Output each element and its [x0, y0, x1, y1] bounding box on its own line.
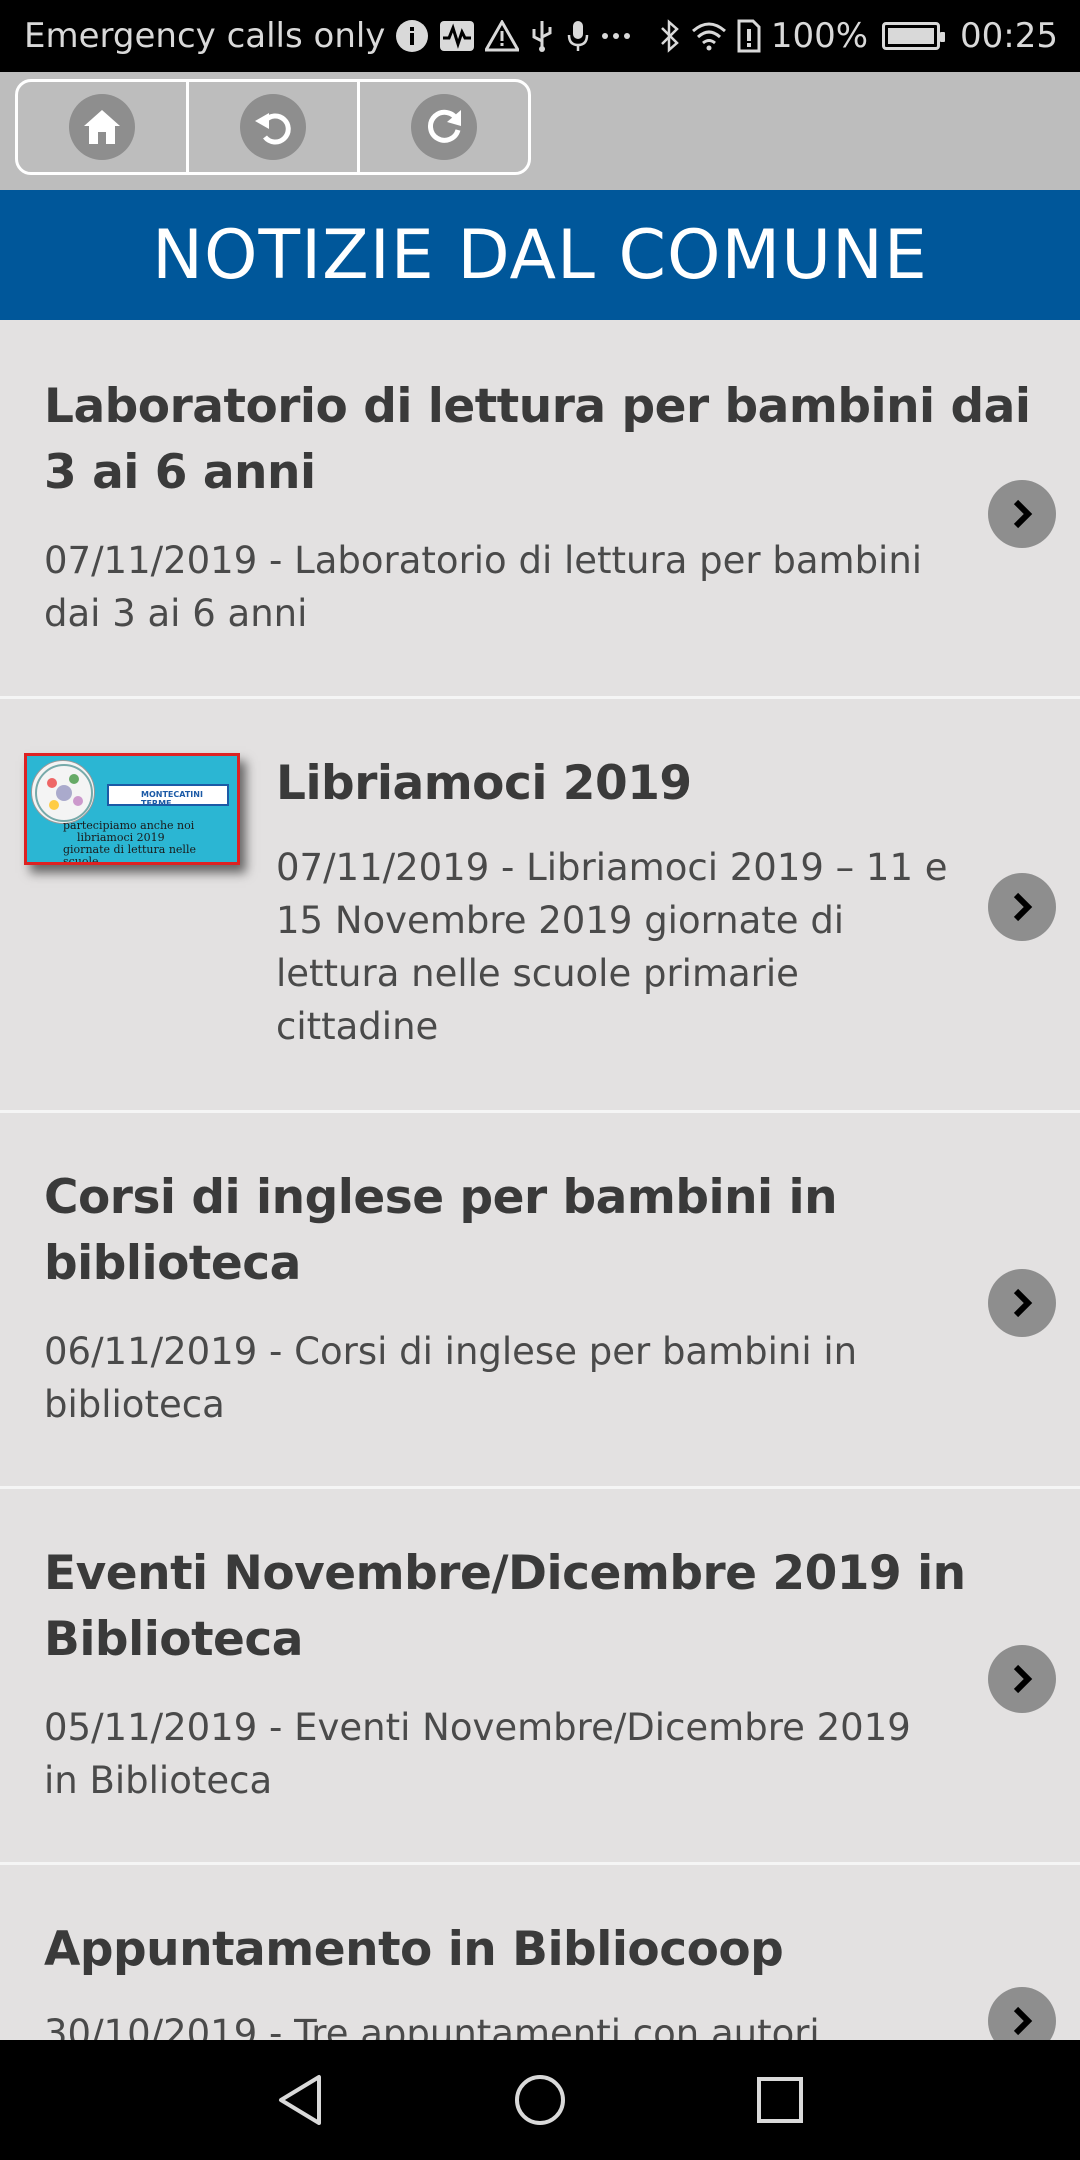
- news-item-description: 30/10/2019 - Tre appuntamenti con autori: [44, 2012, 820, 2040]
- news-item-title: Laboratorio di lettura per bambini dai 3…: [44, 379, 1031, 500]
- news-item-2[interactable]: MONTECATINI TERME partecipiamo anche noi…: [0, 699, 1080, 1113]
- battery-icon: [882, 22, 946, 50]
- more-icon: [601, 31, 631, 41]
- battery-percent: 100%: [770, 16, 869, 56]
- microphone-icon: [565, 19, 591, 53]
- navigation-bar: [0, 2040, 1080, 2160]
- news-item-5[interactable]: Appuntamento in Bibliocoop 30/10/2019 - …: [0, 1865, 1080, 2040]
- status-bar: Emergency calls only 100% 00:25: [0, 0, 1080, 72]
- news-item-1[interactable]: Laboratorio di lettura per bambini dai 3…: [0, 322, 1080, 699]
- chevron-right-icon[interactable]: [988, 1987, 1056, 2040]
- news-item-title: Eventi Novembre/Dicembre 2019 in Bibliot…: [44, 1546, 966, 1667]
- home-button[interactable]: [18, 82, 189, 172]
- news-item-description: 07/11/2019 - Laboratorio di lettura per …: [44, 539, 923, 635]
- refresh-button[interactable]: [360, 82, 528, 172]
- toolbar-button-group: [15, 79, 531, 175]
- recents-icon[interactable]: [750, 2070, 810, 2130]
- chevron-right-icon[interactable]: [988, 873, 1056, 941]
- news-item-description: 06/11/2019 - Corsi di inglese per bambin…: [44, 1330, 858, 1426]
- undo-button[interactable]: [189, 82, 360, 172]
- home-icon: [69, 94, 135, 160]
- warning-icon: [485, 20, 520, 52]
- back-icon[interactable]: [270, 2070, 330, 2130]
- seal-image: [31, 760, 95, 824]
- home-circle-icon[interactable]: [510, 2070, 570, 2130]
- chevron-right-icon[interactable]: [988, 1645, 1056, 1713]
- news-thumbnail: MONTECATINI TERME partecipiamo anche noi…: [24, 753, 240, 865]
- carrier-text: Emergency calls only: [24, 16, 386, 56]
- info-icon: [395, 19, 429, 53]
- undo-icon: [240, 94, 306, 160]
- usb-icon: [529, 19, 555, 53]
- news-item-title: Appuntamento in Bibliocoop: [44, 1922, 784, 1977]
- news-item-4[interactable]: Eventi Novembre/Dicembre 2019 in Bibliot…: [0, 1489, 1080, 1865]
- news-item-title: Libriamoci 2019: [276, 756, 692, 811]
- page-title: NOTIZIE DAL COMUNE: [152, 215, 928, 295]
- chevron-right-icon[interactable]: [988, 480, 1056, 548]
- page-title-banner: NOTIZIE DAL COMUNE: [0, 190, 1080, 320]
- municipality-logo: MONTECATINI TERME: [107, 784, 229, 808]
- refresh-icon: [411, 94, 477, 160]
- news-list: Laboratorio di lettura per bambini dai 3…: [0, 322, 1080, 2040]
- clock: 00:25: [960, 16, 1058, 56]
- toolbar: [0, 72, 1080, 190]
- bluetooth-icon: [659, 19, 681, 53]
- sim-icon: [737, 19, 761, 53]
- news-item-description: 05/11/2019 - Eventi Novembre/Dicembre 20…: [44, 1706, 911, 1802]
- chevron-right-icon[interactable]: [988, 1269, 1056, 1337]
- status-right: 100% 00:25: [659, 16, 1058, 56]
- wifi-icon: [691, 21, 727, 51]
- news-item-3[interactable]: Corsi di inglese per bambini in bibliote…: [0, 1113, 1080, 1489]
- activity-icon: [439, 20, 475, 52]
- news-item-description: 07/11/2019 - Libriamoci 2019 – 11 e 15 N…: [276, 846, 948, 1048]
- thumbnail-caption: partecipiamo anche noi libriamoci 2019 g…: [63, 819, 196, 865]
- news-item-title: Corsi di inglese per bambini in bibliote…: [44, 1170, 838, 1291]
- status-left: Emergency calls only: [24, 16, 631, 56]
